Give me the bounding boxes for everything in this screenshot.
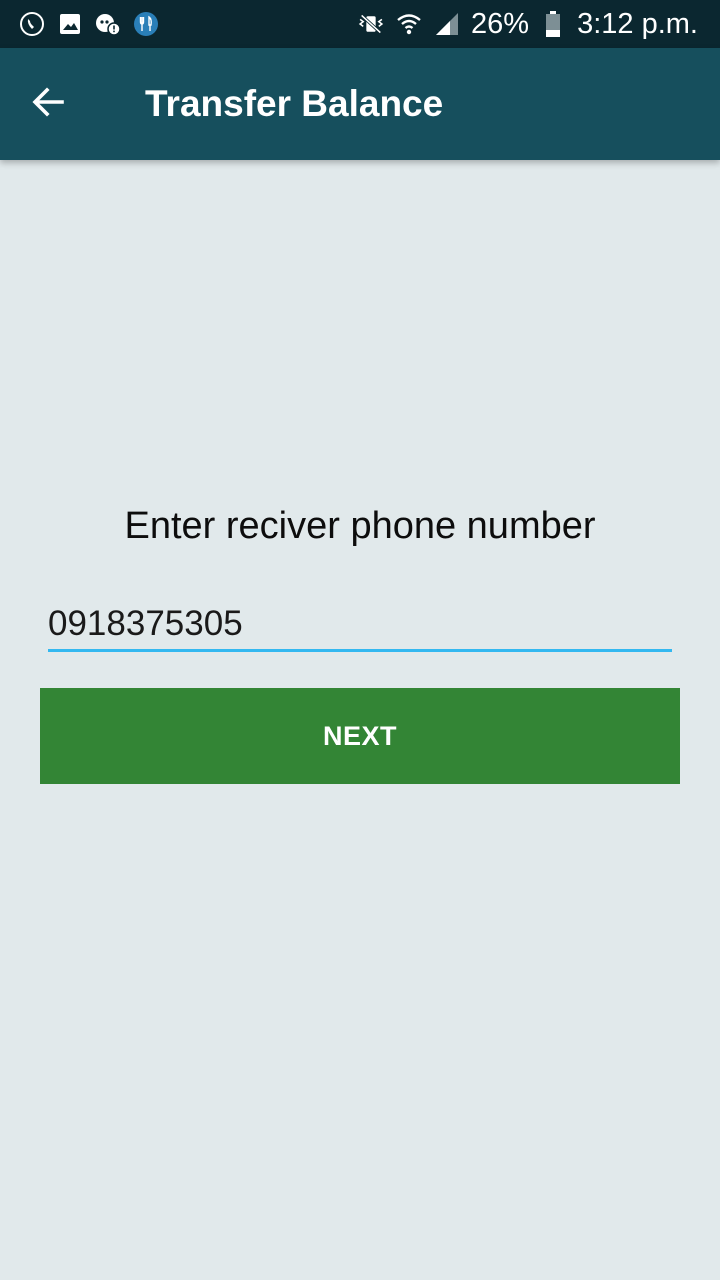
next-button[interactable]: NEXT [40, 688, 680, 784]
chat-alert-icon [94, 10, 122, 38]
cell-signal-icon [433, 10, 461, 38]
receiver-phone-input[interactable] [48, 598, 672, 652]
clock: 3:12 p.m. [577, 7, 698, 40]
battery-percent: 26% [471, 7, 530, 40]
vibrate-mute-icon [357, 10, 385, 38]
phone-call-icon [18, 10, 46, 38]
app-toolbar: Transfer Balance [0, 48, 720, 160]
battery-icon [539, 10, 567, 38]
receiver-phone-prompt: Enter reciver phone number [124, 505, 596, 547]
back-button[interactable] [24, 80, 72, 128]
page-title: Transfer Balance [145, 83, 444, 124]
arrow-left-icon [30, 84, 66, 125]
status-system: 26% 3:12 p.m. [357, 8, 720, 41]
restaurant-icon [132, 10, 160, 38]
status-notifications [0, 10, 160, 38]
status-bar: 26% 3:12 p.m. [0, 0, 720, 48]
image-icon [56, 10, 84, 38]
wifi-icon [395, 10, 423, 38]
